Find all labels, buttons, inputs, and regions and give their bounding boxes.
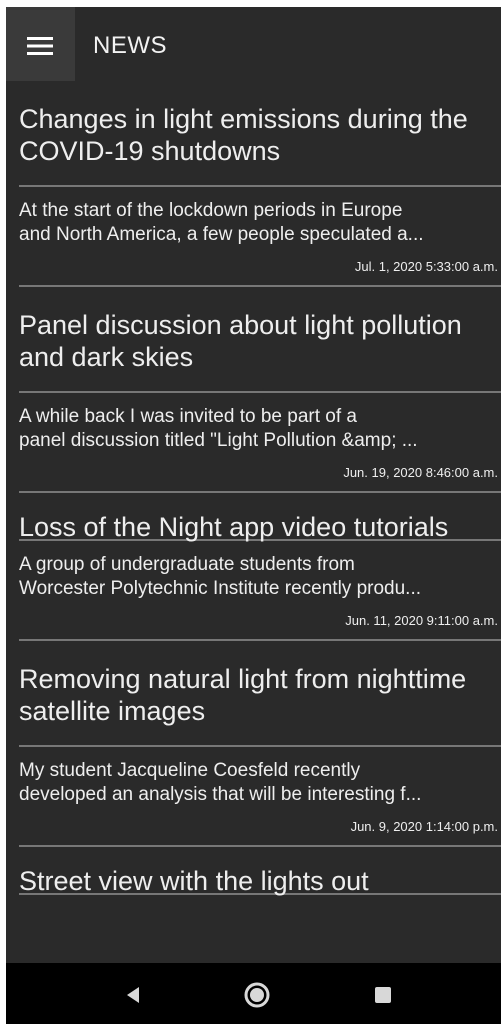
news-item[interactable]: Removing natural light from nighttime sa… xyxy=(6,641,501,847)
news-date: Jun. 11, 2020 9:11:00 a.m. xyxy=(345,613,498,628)
news-title[interactable]: Removing natural light from nighttime sa… xyxy=(6,641,501,745)
news-summary-block[interactable]: A group of undergraduate students from W… xyxy=(6,541,501,639)
recent-apps-button[interactable] xyxy=(367,979,399,1011)
app-bar: NEWS xyxy=(6,7,501,81)
news-item[interactable]: Changes in light emissions during the CO… xyxy=(6,81,501,287)
news-app-screen: NEWS Changes in light emissions during t… xyxy=(6,7,501,1024)
news-item[interactable]: Loss of the Night app video tutorials A … xyxy=(6,493,501,641)
news-item[interactable]: Panel discussion about light pollution a… xyxy=(6,287,501,493)
news-title[interactable]: Loss of the Night app video tutorials xyxy=(6,493,501,542)
news-summary-block[interactable]: A while back I was invited to be part of… xyxy=(6,393,501,491)
navigation-menu-button[interactable] xyxy=(6,7,75,81)
news-date: Jul. 1, 2020 5:33:00 a.m. xyxy=(354,259,498,274)
home-button[interactable] xyxy=(241,979,273,1011)
page-title: NEWS xyxy=(93,32,167,59)
hamburger-menu-icon xyxy=(27,37,53,55)
back-triangle-icon xyxy=(127,987,139,1003)
news-item[interactable]: Street view with the lights out xyxy=(6,847,501,896)
news-summary: At the start of the lockdown periods in … xyxy=(19,200,424,245)
back-button[interactable] xyxy=(118,979,150,1011)
news-date: Jun. 9, 2020 1:14:00 p.m. xyxy=(350,819,498,834)
news-summary: A while back I was invited to be part of… xyxy=(19,406,418,451)
news-summary: My student Jacqueline Coesfeld recently … xyxy=(19,760,422,805)
news-title[interactable]: Changes in light emissions during the CO… xyxy=(6,81,501,185)
news-summary-block[interactable]: My student Jacqueline Coesfeld recently … xyxy=(6,747,501,845)
news-summary-block[interactable]: At the start of the lockdown periods in … xyxy=(6,187,501,285)
news-title[interactable]: Panel discussion about light pollution a… xyxy=(6,287,501,391)
news-date: Jun. 19, 2020 8:46:00 a.m. xyxy=(343,465,498,480)
system-navigation-bar xyxy=(6,963,501,1024)
news-title[interactable]: Street view with the lights out xyxy=(6,847,501,896)
recent-apps-square-icon xyxy=(375,987,391,1003)
home-circle-icon xyxy=(244,982,270,1008)
news-feed[interactable]: Changes in light emissions during the CO… xyxy=(6,81,501,965)
news-summary: A group of undergraduate students from W… xyxy=(19,554,421,599)
